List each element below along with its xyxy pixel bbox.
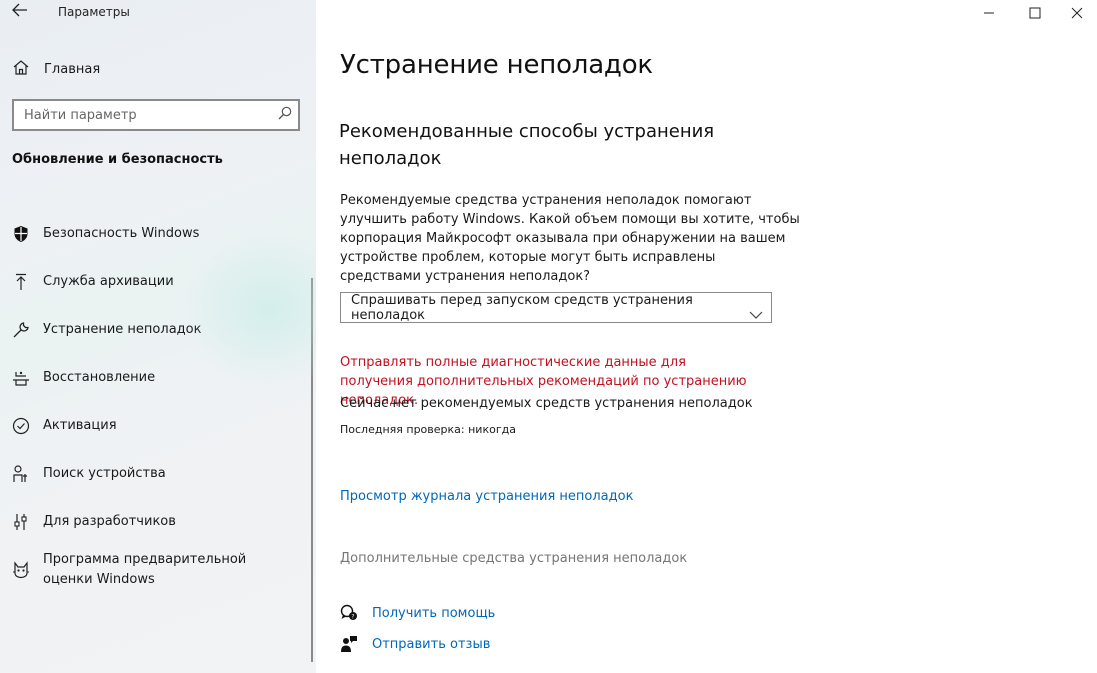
back-arrow-icon[interactable] (10, 3, 30, 21)
titlebar: Параметры (0, 0, 316, 24)
svg-text:?: ? (351, 614, 354, 621)
send-feedback-label: Отправить отзыв (372, 636, 491, 652)
sidebar-item-label: Поиск устройства (43, 466, 166, 481)
person-pin-icon (10, 464, 32, 484)
sidebar-scrollbar[interactable] (311, 278, 313, 662)
sidebar-item-troubleshoot[interactable]: Устранение неполадок (10, 320, 300, 340)
sidebar-item-insider[interactable]: Программа предварительной оценки Windows (10, 550, 300, 590)
sidebar-item-label: Безопасность Windows (43, 226, 200, 241)
sidebar-item-label: Устранение неполадок (43, 322, 202, 337)
sidebar-item-home[interactable]: Главная (12, 58, 100, 80)
minimize-icon[interactable] (966, 0, 1012, 26)
send-feedback-link[interactable]: Отправить отзыв (338, 634, 490, 654)
backup-arrow-icon (10, 272, 32, 292)
maximize-icon[interactable] (1012, 0, 1058, 26)
get-help-link[interactable]: ? Получить помощь (338, 603, 495, 623)
last-check-text: Последняя проверка: никогда (340, 423, 516, 436)
sidebar-item-label: Активация (43, 418, 117, 433)
section-subtitle: Рекомендованные способы устранения непол… (339, 121, 715, 169)
main-pane: Устранение неполадок Рекомендованные спо… (316, 0, 1097, 673)
sidebar-item-backup[interactable]: Служба архивации (10, 272, 300, 292)
sidebar-item-label: Служба архивации (43, 274, 174, 289)
search-icon[interactable] (272, 106, 298, 124)
additional-troubleshooters-link: Дополнительные средства устранения непол… (340, 551, 688, 566)
app-title: Параметры (58, 5, 130, 19)
history-link[interactable]: Просмотр журнала устранения неполадок (340, 489, 633, 504)
feedback-person-icon (338, 634, 360, 654)
get-help-label: Получить помощь (372, 605, 496, 621)
search-field[interactable] (12, 99, 300, 131)
sidebar-item-developers[interactable]: Для разработчиков (10, 512, 300, 532)
page-title: Устранение неполадок (340, 50, 653, 80)
developer-sliders-icon (10, 512, 32, 532)
section-title: Обновление и безопасность (12, 152, 223, 167)
sidebar-item-label: Главная (44, 61, 101, 77)
shield-icon (10, 224, 32, 244)
sidebar-item-windows-security[interactable]: Безопасность Windows (10, 224, 300, 244)
search-input[interactable] (14, 101, 272, 129)
recovery-icon (10, 368, 32, 388)
check-circle-icon (10, 416, 32, 436)
sidebar-item-label: Восстановление (43, 370, 156, 385)
troubleshoot-mode-select[interactable]: Спрашивать перед запуском средств устран… (340, 292, 772, 323)
sidebar-item-label: Для разработчиков (43, 514, 176, 529)
chat-help-icon: ? (338, 603, 360, 623)
home-icon (12, 59, 32, 79)
sidebar-item-activation[interactable]: Активация (10, 416, 300, 436)
chevron-down-icon (749, 304, 763, 319)
description-text: Рекомендуемые средства устранения непола… (340, 193, 800, 284)
sidebar-item-find-device[interactable]: Поиск устройства (10, 464, 300, 484)
status-text: Сейчас нет рекомендуемых средств устране… (340, 396, 753, 411)
select-value: Спрашивать перед запуском средств устран… (351, 292, 693, 323)
sidebar-item-recovery[interactable]: Восстановление (10, 368, 300, 388)
sidebar: Параметры Главная Обновление и безопасно… (0, 0, 316, 673)
wrench-icon (10, 320, 32, 340)
sidebar-item-label: Программа предварительной оценки Windows (43, 552, 247, 587)
insider-cat-icon (10, 560, 32, 580)
close-icon[interactable] (1054, 0, 1097, 26)
